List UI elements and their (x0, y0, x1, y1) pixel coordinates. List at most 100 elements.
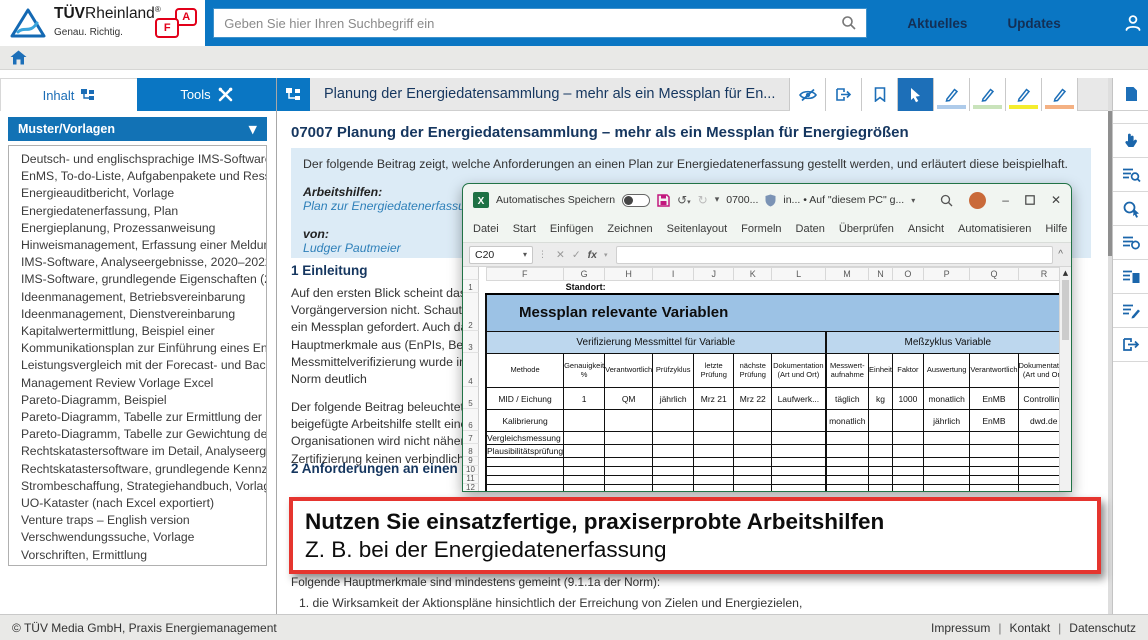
tab-tools[interactable]: Tools (137, 78, 276, 111)
sidebar-item[interactable]: IMS-Software, grundlegende Eigenschaften… (9, 271, 266, 288)
highlighter-icon (944, 87, 959, 102)
excel-menu-item: Automatisieren (958, 223, 1031, 235)
footer-link-impressum[interactable]: Impressum (931, 621, 990, 635)
copyright: © TÜV Media GmbH, Praxis Energiemanageme… (12, 621, 277, 635)
category-dropdown[interactable]: Muster/Vorlagen ▼ (8, 117, 267, 141)
sidebar-item[interactable]: Management Review Vorlage Excel (9, 375, 266, 392)
sidebar-item[interactable]: Vorschriften, Ermittlung (9, 547, 266, 564)
callout-subline: Z. B. bei der Energiedatenerfassung (305, 536, 1085, 564)
document-icon (1125, 86, 1138, 102)
highlighter-icon (1016, 87, 1031, 102)
export-document-button[interactable] (1113, 328, 1148, 362)
row-number-column: 1 2 3 4 5 6 7 8 9 10 11 12 (463, 267, 479, 492)
sidebar-item[interactable]: Ideenmanagement, Dienstvereinbarung (9, 306, 266, 323)
sidebar-item[interactable]: Pareto-Diagramm, Beispiel (9, 392, 266, 409)
sidebar-item[interactable]: Energiedatenerfassung, Plan (9, 203, 266, 220)
excel-menubar: DateiStartEinfügenZeichnenSeitenlayoutFo… (463, 216, 1071, 243)
sidebar-item[interactable]: Pareto-Diagramm, Tabelle zur Gewichtung … (9, 426, 266, 443)
zoom-select-icon (1122, 200, 1140, 218)
content-scrollbar[interactable] (1108, 78, 1112, 614)
pan-tool-button[interactable] (1113, 124, 1148, 158)
sidebar-item[interactable]: Strombeschaffung, Strategiehandbuch, Vor… (9, 478, 266, 495)
shield-icon (765, 194, 776, 207)
highlighter-green-button[interactable] (970, 78, 1006, 111)
new-document-button[interactable] (1113, 78, 1148, 111)
excel-formula-bar: C20▾ ⋮ ✕✓fx▾ ^ (463, 243, 1071, 267)
column-letters-row: FGHIJKLMNOPQR (486, 268, 1070, 281)
sidebar-item[interactable]: Leistungsvergleich mit der Forecast- und… (9, 357, 266, 374)
edit-list-button[interactable] (1113, 294, 1148, 328)
excel-menu-item: Hilfe (1045, 223, 1067, 235)
search-entries-button[interactable] (1113, 158, 1148, 192)
pen-color-blue (937, 105, 966, 109)
autosave-toggle (622, 194, 650, 207)
sidebar-item[interactable]: Ideenmanagement, Betriebsvereinbarung (9, 289, 266, 306)
sidebar-item[interactable]: Pareto-Diagramm, Tabelle zur Ermittlung … (9, 409, 266, 426)
sidebar-item[interactable]: EnMS, To-do-Liste, Aufgabenpakete und Re… (9, 168, 266, 185)
sidebar-item[interactable]: Rechtskatastersoftware im Detail, Analys… (9, 443, 266, 460)
eye-slash-icon (799, 88, 817, 102)
document-tab-title[interactable]: Planung der Energiedatensammlung – mehr … (310, 78, 790, 110)
sheet-row: Vergleichsmessung (486, 432, 1070, 445)
sidebar-item[interactable]: Kommunikationsplan zur Einführung eines … (9, 340, 266, 357)
select-cursor-button[interactable] (898, 78, 934, 111)
sidebar-item[interactable]: IMS-Software, Analyseergebnisse, 2020–20… (9, 254, 266, 271)
nav-updates[interactable]: Updates (1007, 16, 1060, 31)
svg-text:X: X (478, 196, 485, 207)
tuv-triangle-logo-icon (10, 8, 46, 38)
sheet-row (486, 458, 1070, 467)
highlighter-yellow-button[interactable] (1006, 78, 1042, 111)
faq-icon[interactable]: A F (155, 8, 197, 40)
sidebar-item[interactable]: Kapitalwertermittlung, Beispiel einer (9, 323, 266, 340)
sheet-row: MID / Eichung1QMjährlichMrz 21Mrz 22Lauf… (486, 388, 1070, 410)
toc-toggle-button[interactable] (277, 78, 310, 111)
footer-link-kontakt[interactable]: Kontakt (1009, 621, 1050, 635)
scrollbar-thumb[interactable] (1108, 111, 1112, 256)
cell-name-box: C20▾ (469, 246, 533, 264)
sidebar-item[interactable]: Hinweismanagement, Erfassung einer Meldu… (9, 237, 266, 254)
minimize-icon: – (1002, 193, 1009, 207)
messplan-table: FGHIJKLMNOPQR Standort: Messplan relevan… (485, 267, 1071, 492)
cursor-pointer-icon (909, 87, 922, 103)
export-button[interactable] (826, 78, 862, 111)
highlighter-icon (1052, 87, 1067, 102)
highlighter-blue-button[interactable] (934, 78, 970, 111)
sidebar-item[interactable]: Deutsch- und englischsprachige IMS-Softw… (9, 151, 266, 168)
sheet-row (486, 467, 1070, 476)
search-list-button[interactable] (1113, 226, 1148, 260)
sidebar-item[interactable]: Verschwendungssuche, Vorlage (9, 529, 266, 546)
search-icon[interactable] (832, 9, 866, 37)
highlighter-orange-button[interactable] (1042, 78, 1078, 111)
nav-aktuelles[interactable]: Aktuelles (907, 16, 967, 31)
sidebar-item[interactable]: Energieauditbericht, Vorlage (9, 185, 266, 202)
excel-filename: 0700... (726, 194, 758, 206)
tree-structure-icon (81, 89, 95, 102)
section-1-heading: 1 Einleitung (291, 263, 368, 278)
home-icon[interactable] (10, 50, 27, 65)
sidebar-item[interactable]: Rechtskatastersoftware, grundlegende Ken… (9, 461, 266, 478)
group-left: Verifizierung Messmittel für Variable (486, 332, 826, 354)
group-right: Meßzyklus Variable (826, 332, 1070, 354)
excel-logo-icon: X (473, 192, 489, 208)
cancel-entry-icon: ✕ (556, 249, 565, 261)
bookmark-button[interactable] (862, 78, 898, 111)
brand-logo[interactable]: TÜVRheinland® Genau. Richtig. A F (0, 0, 205, 46)
breadcrumb-bar (0, 46, 1148, 70)
excel-file-location: in... • Auf "diesem PC" g... (783, 194, 904, 206)
excel-menu-item: Ansicht (908, 223, 944, 235)
user-account-icon[interactable] (1119, 8, 1148, 38)
bookmark-icon (874, 87, 886, 102)
footer-link-datenschutz[interactable]: Datenschutz (1069, 621, 1136, 635)
excel-search-icon (940, 194, 953, 207)
tab-inhalt[interactable]: Inhalt (0, 78, 137, 111)
sidebar-item[interactable]: Venture traps – English version (9, 512, 266, 529)
hide-highlights-button[interactable] (790, 78, 826, 111)
sidebar-item[interactable]: Energieplanung, Prozessanweisung (9, 220, 266, 237)
sidebar-item[interactable]: UO-Kataster (nach Excel exportiert) (9, 495, 266, 512)
save-icon (657, 194, 670, 207)
fx-icon: fx (588, 249, 597, 261)
pen-color-yellow (1009, 105, 1038, 109)
copy-to-list-button[interactable] (1113, 260, 1148, 294)
search-input[interactable] (214, 16, 832, 31)
zoom-select-button[interactable] (1113, 192, 1148, 226)
